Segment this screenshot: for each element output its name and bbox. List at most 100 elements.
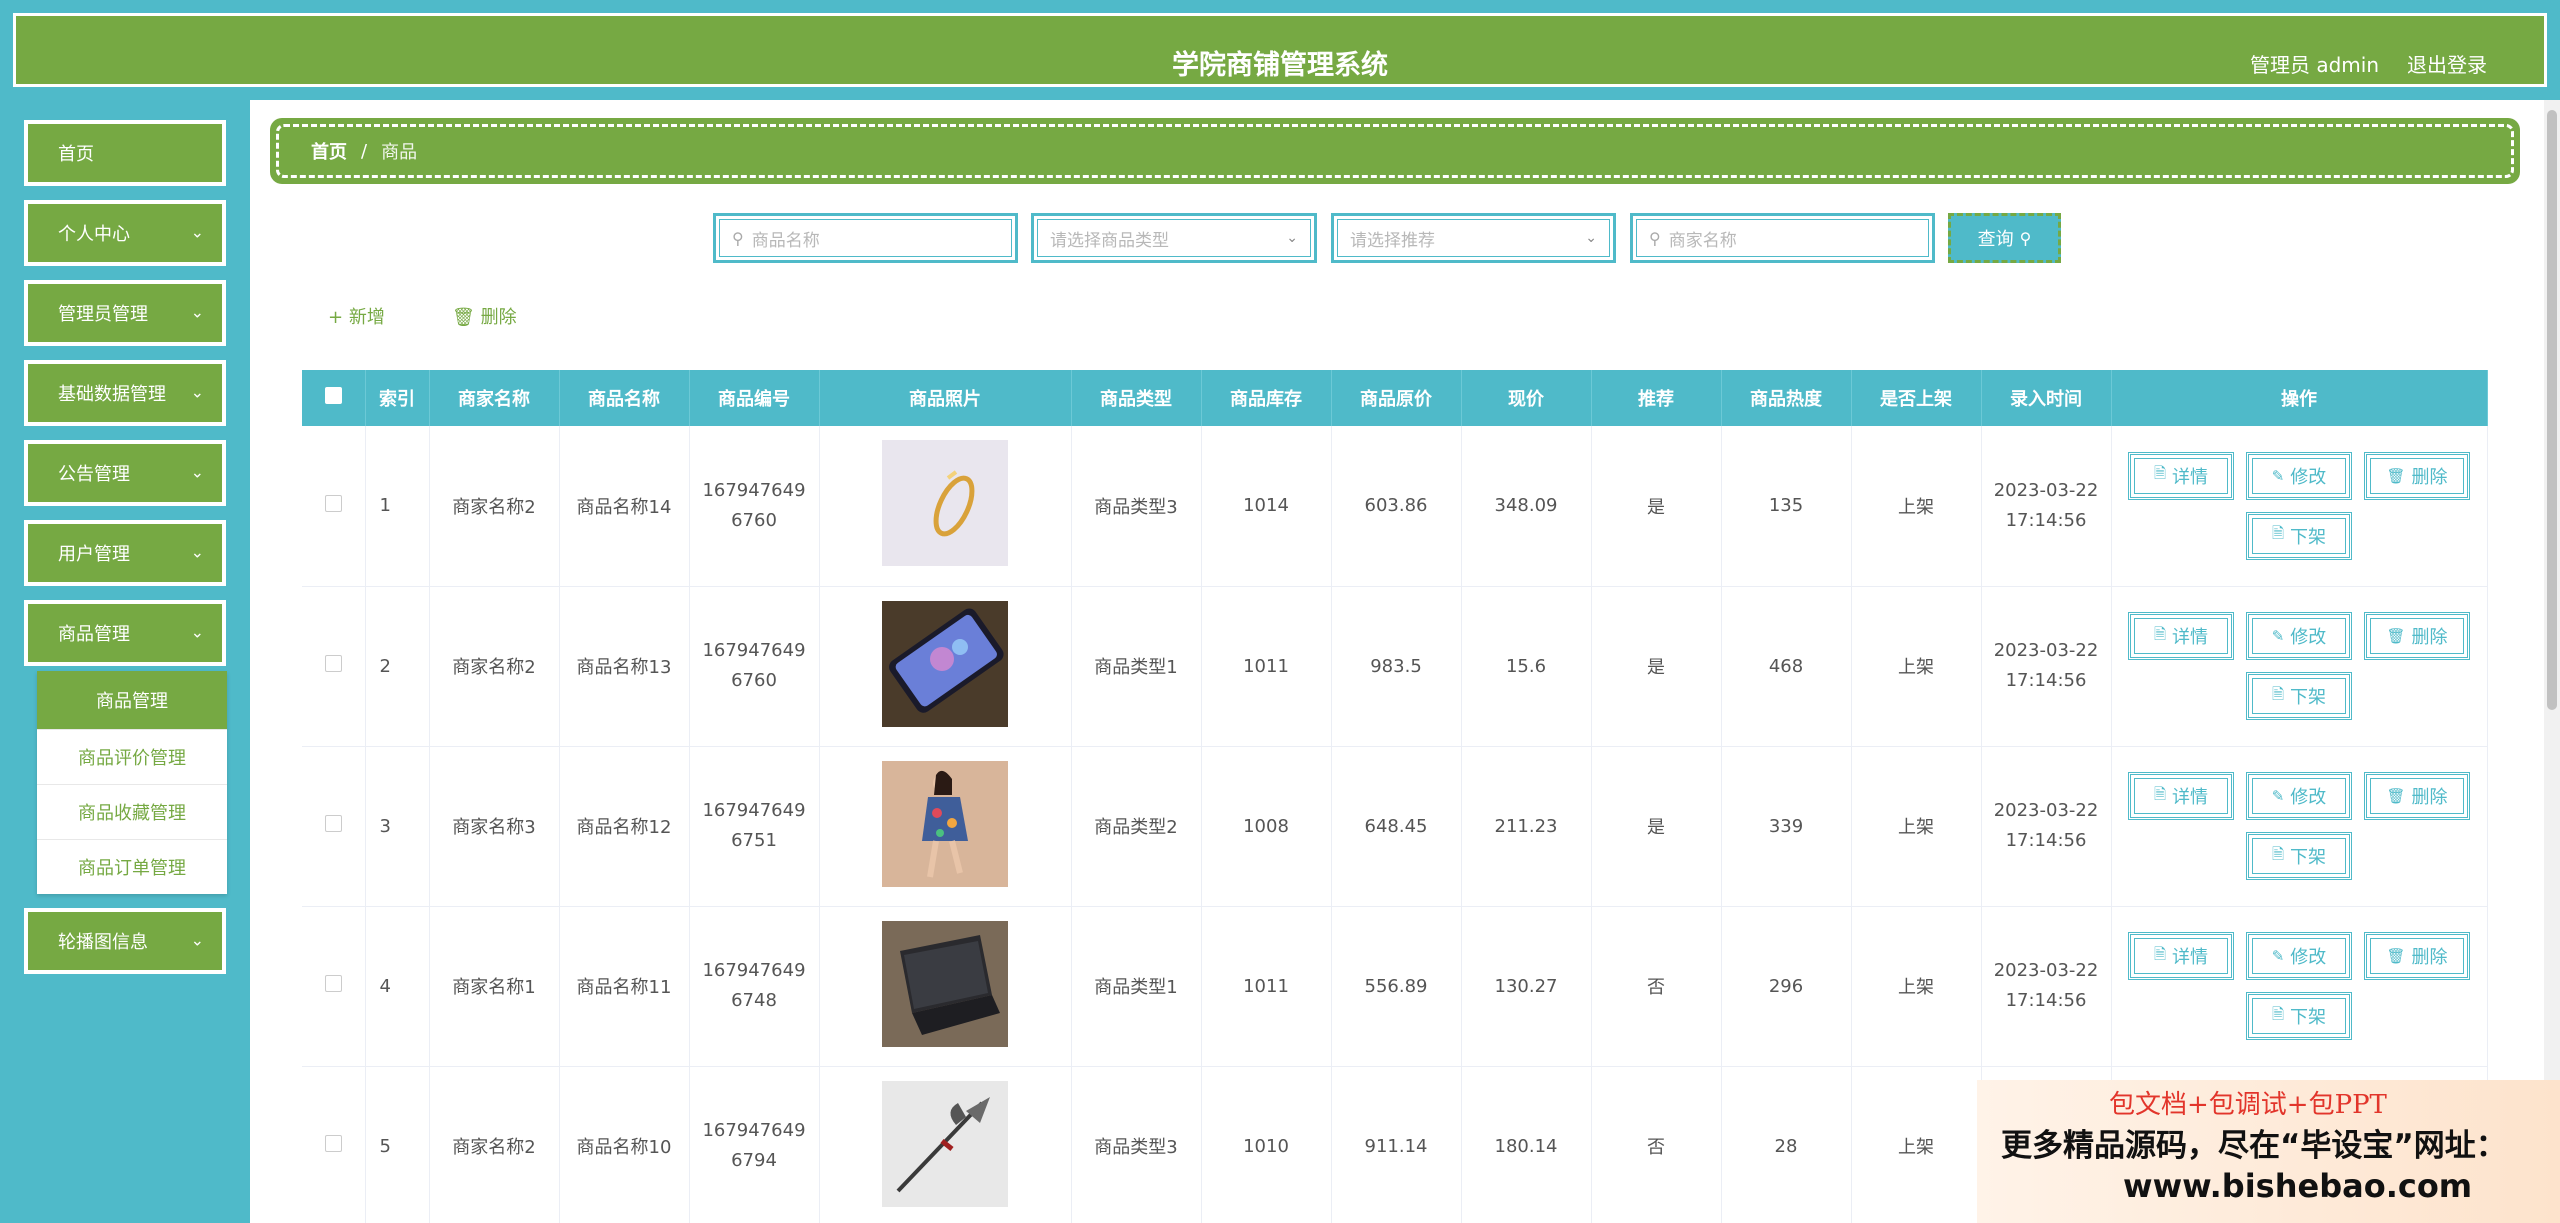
pencil-icon: ✎ [2271, 787, 2285, 805]
cell-created-time: 2023-03-22 17:14:56 [1981, 426, 2112, 587]
recommend-select[interactable]: 请选择推荐 ⌄ [1331, 213, 1616, 263]
row-checkbox[interactable] [302, 746, 366, 907]
recommend-placeholder: 请选择推荐 [1350, 230, 1435, 251]
row-checkbox[interactable] [302, 586, 366, 747]
cell-goods-name: 商品名称14 [559, 426, 690, 587]
detail-button-label: 详情 [2172, 947, 2209, 968]
cell-merchant: 商家名称2 [429, 1066, 560, 1223]
breadcrumb-home[interactable]: 首页 [311, 138, 347, 164]
edit-button[interactable]: ✎ 修改 [2246, 932, 2352, 980]
search-icon: ⚲ [1649, 228, 1661, 248]
chevron-down-icon: ⌄ [190, 382, 204, 402]
add-button[interactable]: + 新增 [328, 303, 385, 329]
cell-goods-photo [819, 426, 1072, 587]
cell-goods-type: 商品类型1 [1071, 586, 1202, 747]
goods-type-select[interactable]: 请选择商品类型 ⌄ [1031, 213, 1317, 263]
logout-link[interactable]: 退出登录 [2407, 49, 2487, 78]
cell-index: 4 [365, 906, 430, 1067]
row-checkbox[interactable] [302, 1066, 366, 1223]
column-header: 商品名称 [559, 370, 690, 426]
submenu-item-reviews[interactable]: 商品评价管理 [37, 729, 227, 784]
batch-delete-button[interactable]: 🗑 删除 [452, 303, 517, 329]
goods-photo-ring [882, 440, 1008, 567]
submenu-item-favorites[interactable]: 商品收藏管理 [37, 784, 227, 839]
detail-button[interactable]: 🗎 详情 [2128, 612, 2234, 660]
sidebar-item-goods[interactable]: 商品管理 ⌄ [24, 600, 226, 666]
chevron-down-icon: ⌄ [190, 462, 204, 482]
offshelf-button[interactable]: 🗎 下架 [2246, 832, 2352, 880]
cell-goods-name: 商品名称11 [559, 906, 690, 1067]
offshelf-button[interactable]: 🗎 下架 [2246, 672, 2352, 720]
delete-button-label: 删除 [2411, 466, 2448, 488]
cell-goods-photo [819, 906, 1072, 1067]
goods-photo-halberd [882, 1080, 1008, 1207]
cell-created-time: 2023-03-22 17:14:56 [1981, 746, 2112, 907]
cell-heat: 468 [1721, 586, 1852, 747]
query-button[interactable]: 查询 ⚲ [1948, 213, 2061, 263]
cell-price: 15.6 [1461, 586, 1592, 747]
delete-button-label: 删除 [480, 307, 517, 328]
row-checkbox[interactable] [302, 906, 366, 1067]
cell-goods-code: 1679476496760 [689, 426, 820, 587]
sidebar-item-home[interactable]: 首页 [24, 120, 226, 186]
trash-icon: 🗑 [2386, 466, 2406, 485]
submenu-item-orders[interactable]: 商品订单管理 [37, 839, 227, 894]
cell-goods-photo [819, 746, 1072, 907]
cell-stock: 1008 [1201, 746, 1332, 907]
sidebar-item-admin[interactable]: 管理员管理 ⌄ [24, 280, 226, 346]
search-icon: ⚲ [732, 228, 744, 248]
sidebar-item-notice[interactable]: 公告管理 ⌄ [24, 440, 226, 506]
merchant-name-input[interactable]: 商家名称 [1669, 226, 1737, 251]
detail-button[interactable]: 🗎 详情 [2128, 772, 2234, 820]
edit-button-label: 修改 [2290, 947, 2327, 968]
column-header: 是否上架 [1851, 370, 1982, 426]
merchant-name-search[interactable]: ⚲ 商家名称 [1630, 213, 1935, 263]
sidebar-item-carousel[interactable]: 轮播图信息 ⌄ [24, 908, 226, 974]
delete-button[interactable]: 🗑 删除 [2364, 772, 2470, 820]
search-icon: ⚲ [2019, 228, 2032, 248]
goods-name-input[interactable]: 商品名称 [752, 226, 820, 251]
cell-recommend: 是 [1591, 426, 1722, 587]
cell-index: 1 [365, 426, 430, 587]
app-title: 学院商铺管理系统 [1172, 50, 1388, 81]
cell-stock: 1011 [1201, 586, 1332, 747]
edit-button[interactable]: ✎ 修改 [2246, 772, 2352, 820]
column-header: 索引 [365, 370, 430, 426]
cell-goods-type: 商品类型3 [1071, 426, 1202, 587]
submenu-item-goods[interactable]: 商品管理 [37, 671, 227, 729]
watermark-url: www.bishebao.com [2123, 1167, 2473, 1205]
document-icon: 🗎 [2153, 624, 2167, 643]
column-header: 商品热度 [1721, 370, 1852, 426]
detail-button[interactable]: 🗎 详情 [2128, 451, 2234, 500]
edit-button[interactable]: ✎ 修改 [2246, 612, 2352, 660]
cell-shelf-status: 上架 [1851, 426, 1982, 587]
cell-index: 5 [365, 1066, 430, 1223]
goods-name-search[interactable]: ⚲ 商品名称 [713, 213, 1018, 263]
cell-recommend: 否 [1591, 906, 1722, 1067]
select-all-checkbox[interactable] [302, 370, 366, 426]
vertical-scrollbar[interactable] [2544, 100, 2560, 1223]
delete-button[interactable]: 🗑 删除 [2364, 451, 2470, 500]
pencil-icon: ✎ [2271, 947, 2285, 965]
created-time: 17:14:56 [2005, 509, 2087, 531]
chevron-down-icon: ⌄ [190, 622, 204, 642]
breadcrumb: 首页 / 商品 [270, 118, 2520, 184]
breadcrumb-current: 商品 [381, 142, 418, 163]
cell-heat: 339 [1721, 746, 1852, 907]
cell-heat: 296 [1721, 906, 1852, 1067]
created-time: 17:14:56 [2005, 830, 2087, 851]
pencil-icon: ✎ [2271, 466, 2285, 485]
detail-button[interactable]: 🗎 详情 [2128, 932, 2234, 980]
column-header: 商品类型 [1071, 370, 1202, 426]
sidebar-item-users[interactable]: 用户管理 ⌄ [24, 520, 226, 586]
sidebar-item-profile[interactable]: 个人中心 ⌄ [24, 200, 226, 266]
column-header: 商品原价 [1331, 370, 1462, 426]
delete-button[interactable]: 🗑 删除 [2364, 932, 2470, 980]
offshelf-button[interactable]: 🗎 下架 [2246, 992, 2352, 1040]
row-checkbox[interactable] [302, 426, 366, 587]
edit-button[interactable]: ✎ 修改 [2246, 451, 2352, 500]
sidebar-item-basedata[interactable]: 基础数据管理 ⌄ [24, 360, 226, 426]
scrollbar-thumb[interactable] [2547, 110, 2557, 710]
offshelf-button[interactable]: 🗎 下架 [2246, 511, 2352, 560]
delete-button[interactable]: 🗑 删除 [2364, 612, 2470, 660]
